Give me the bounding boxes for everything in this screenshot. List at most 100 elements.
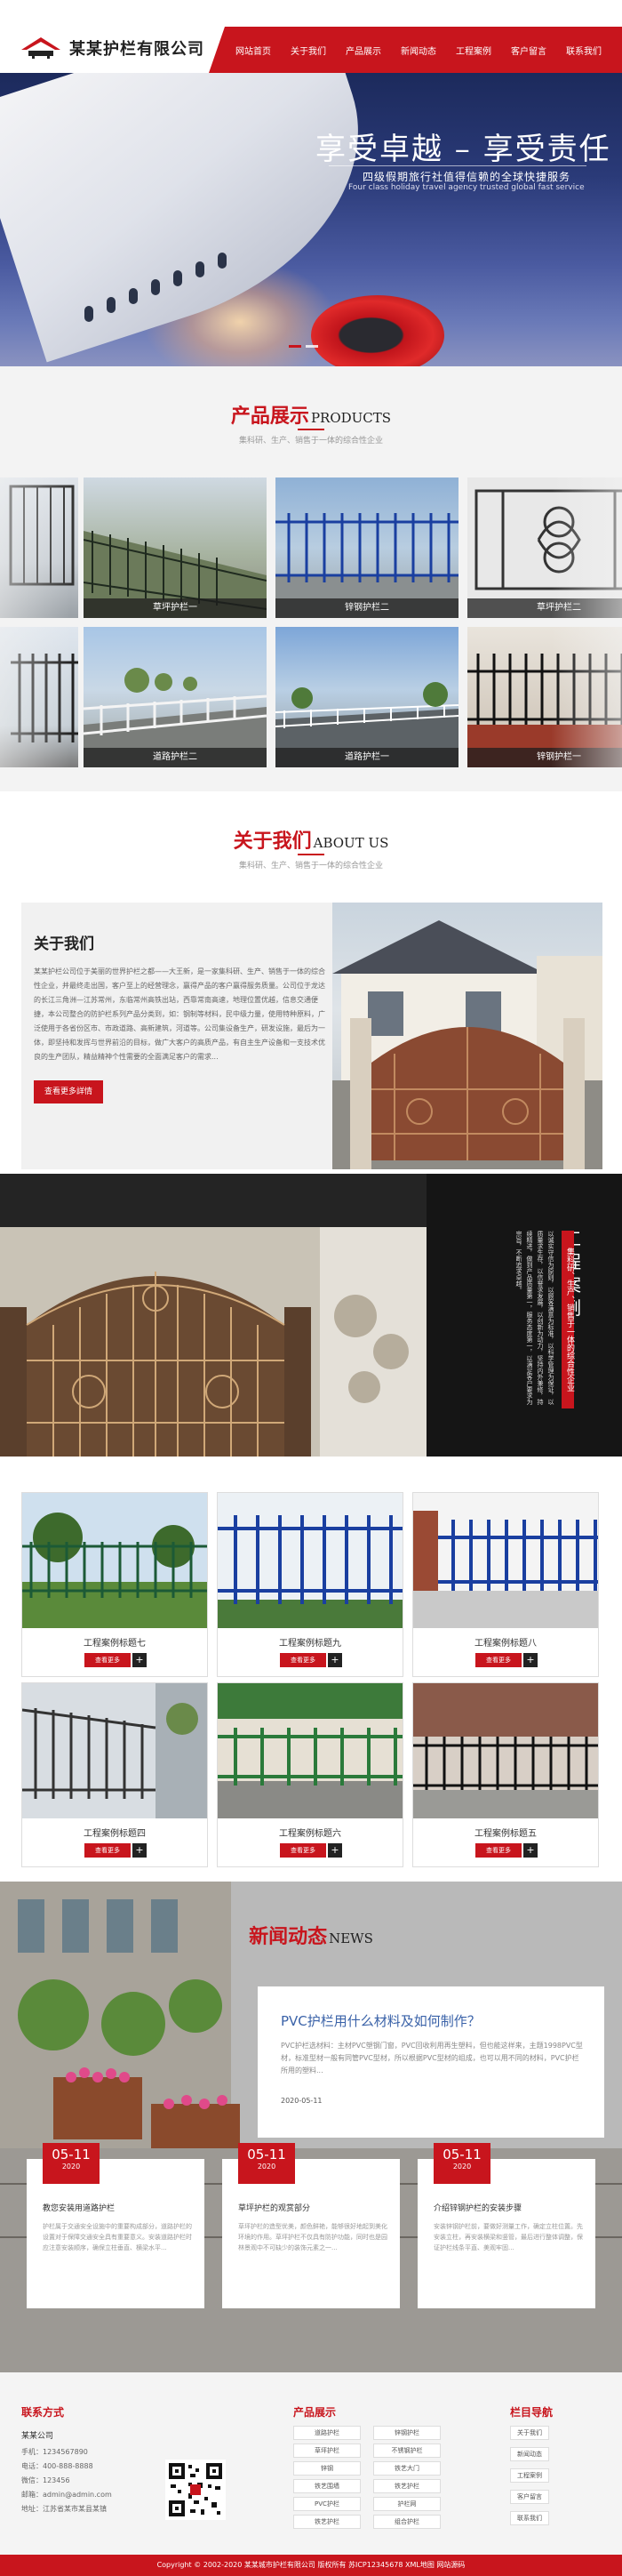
about-text: 某某护栏公司位于美丽的世界护栏之都——大王新，是一家集科研、生产、销售于一体的综… xyxy=(34,967,325,1061)
banner-divider xyxy=(329,165,586,166)
case-more-button[interactable]: 查看更多 xyxy=(280,1653,326,1667)
case-title[interactable]: 工程案例标题六 xyxy=(218,1826,403,1839)
nav-item-home[interactable]: 网站首页 xyxy=(235,44,271,57)
case-title[interactable]: 工程案例标题七 xyxy=(22,1635,207,1649)
banner-subtitle: 四级假期旅行社值得信赖的全球快捷服务 xyxy=(363,171,571,183)
news-card-title[interactable]: 草坪护栏的观赏部分 xyxy=(238,2202,391,2213)
plane-window xyxy=(151,279,160,295)
news-card[interactable]: 05-11 2020 介绍锌钢护栏的安装步骤 安装锌钢护栏前，要做好测量工作，确定… xyxy=(418,2143,595,2308)
news-card[interactable]: 05-11 2020 教您安装用道路护栏 护栏属于交通安全设施中的重要构成部分，道… xyxy=(27,2143,204,2308)
plus-icon[interactable]: + xyxy=(132,1843,147,1858)
logo-icon[interactable] xyxy=(20,34,62,60)
product-card[interactable]: 道路护栏二 xyxy=(84,627,267,767)
case-card[interactable]: 工程案例标题八 查看更多 + xyxy=(412,1492,599,1677)
nav-item-contact[interactable]: 联系我们 xyxy=(566,44,602,57)
villa-gate-image xyxy=(332,903,602,1169)
products-section: 产品展示 PRODUCTS 集科研、生产、销售于一体的综合性企业 草坪护栏一 锌钢… xyxy=(0,366,622,791)
news-card-title[interactable]: 介绍锌钢护栏的安装步骤 xyxy=(434,2202,586,2213)
plus-icon[interactable]: + xyxy=(132,1653,147,1667)
product-caption[interactable]: 草坪护栏一 xyxy=(84,598,267,618)
footer-product-link[interactable]: 铁艺大门 xyxy=(373,2461,441,2476)
logo-text[interactable]: 某某护栏有限公司 xyxy=(69,36,204,60)
footer-product-link[interactable]: 铁艺护栏 xyxy=(373,2479,441,2493)
case-more-button[interactable]: 查看更多 xyxy=(280,1843,326,1858)
plus-icon[interactable]: + xyxy=(523,1843,538,1858)
case-title[interactable]: 工程案例标题九 xyxy=(218,1635,403,1649)
footer-product-link[interactable]: PVC护栏 xyxy=(293,2497,361,2511)
plus-icon[interactable]: + xyxy=(328,1843,342,1858)
about-subtitle: 集科研、生产、销售于一体的综合性企业 xyxy=(238,862,383,871)
footer-nav-link[interactable]: 客户留言 xyxy=(510,2490,549,2504)
product-caption[interactable]: 锌钢护栏二 xyxy=(275,598,459,618)
news-date-badge: 05-11 2020 xyxy=(434,2143,490,2184)
nav-item-about[interactable]: 关于我们 xyxy=(291,44,326,57)
case-card[interactable]: 工程案例标题六 查看更多 + xyxy=(217,1682,403,1867)
footer-product-link[interactable]: 铁艺护栏 xyxy=(293,2515,361,2529)
products-heading: 产品展示 PRODUCTS xyxy=(0,400,622,429)
case-card[interactable]: 工程案例标题四 查看更多 + xyxy=(21,1682,208,1867)
nav-item-guestbook[interactable]: 客户留言 xyxy=(511,44,546,57)
plus-icon[interactable]: + xyxy=(523,1653,538,1667)
news-year: 2020 xyxy=(61,2163,81,2171)
nav-item-news[interactable]: 新闻动态 xyxy=(401,44,436,57)
carousel-fade-left xyxy=(0,366,71,791)
footer-nav-link[interactable]: 新闻动态 xyxy=(510,2447,549,2461)
case-title[interactable]: 工程案例标题八 xyxy=(413,1635,598,1649)
news-card[interactable]: 05-11 2020 草坪护栏的观赏部分 草坪护栏的造型优美，颜色鲜艳，能够很好地… xyxy=(222,2143,400,2308)
about-more-button[interactable]: 查看更多詳情 xyxy=(34,1080,103,1103)
slider-dot[interactable] xyxy=(306,345,318,348)
news-day: 05-11 xyxy=(247,2147,286,2163)
footer-product-link[interactable]: 锌钢护栏 xyxy=(373,2426,441,2440)
products-subtitle: 集科研、生产、销售于一体的综合性企业 xyxy=(238,437,383,445)
about-box-heading: 关于我们 xyxy=(34,935,94,953)
case-title[interactable]: 工程案例标题五 xyxy=(413,1826,598,1839)
plane-window xyxy=(195,261,204,277)
case-more-button[interactable]: 查看更多 xyxy=(84,1653,131,1667)
footer-contact-line: 微信：123456 xyxy=(21,2476,70,2484)
footer-company: 某某公司 xyxy=(21,2432,54,2441)
case-card[interactable]: 工程案例标题九 查看更多 + xyxy=(217,1492,403,1677)
case-more-button[interactable]: 查看更多 xyxy=(475,1653,522,1667)
product-caption[interactable]: 道路护栏一 xyxy=(275,748,459,767)
footer-product-link[interactable]: 草坪护栏 xyxy=(293,2444,361,2458)
featured-news-title[interactable]: PVC护栏用什么材料及如何制作？ xyxy=(281,2011,481,2030)
plus-icon[interactable]: + xyxy=(328,1653,342,1667)
case-more-button[interactable]: 查看更多 xyxy=(475,1843,522,1858)
fence-image xyxy=(84,531,267,618)
product-caption[interactable]: 道路护栏二 xyxy=(84,748,267,767)
footer-product-link[interactable]: 组合护栏 xyxy=(373,2515,441,2529)
case-card[interactable]: 工程案例标题五 查看更多 + xyxy=(412,1682,599,1867)
banner-subtitle-en: Four class holiday travel agency trusted… xyxy=(348,183,585,192)
case-image xyxy=(218,1493,403,1628)
product-card[interactable]: 锌钢护栏二 xyxy=(275,477,459,618)
featured-news-date: 2020-05-11 xyxy=(281,2097,323,2105)
slider-dots xyxy=(289,345,318,348)
news-card-excerpt: 安装锌钢护栏前，要做好测量工作，确定立柱位置。先安装立柱，再安装横梁和竖管，最后… xyxy=(434,2223,583,2251)
footer-product-link[interactable]: 锌钢 xyxy=(293,2461,361,2476)
main-nav: 网站首页 关于我们 产品展示 新闻动态 工程案例 客户留言 联系我们 xyxy=(209,27,622,73)
product-card[interactable]: 道路护栏一 xyxy=(275,627,459,767)
news-card-title[interactable]: 教您安装用道路护栏 xyxy=(43,2202,195,2213)
nav-item-products[interactable]: 产品展示 xyxy=(346,44,381,57)
case-title[interactable]: 工程案例标题四 xyxy=(22,1826,207,1839)
footer-product-link[interactable]: 道路护栏 xyxy=(293,2426,361,2440)
slider-dot[interactable] xyxy=(289,345,301,348)
news-title-en: NEWS xyxy=(329,1930,373,1946)
product-card[interactable]: 草坪护栏一 xyxy=(84,477,267,618)
case-image xyxy=(22,1493,207,1628)
news-card-excerpt: 草坪护栏的造型优美，颜色鲜艳，能够很好地起到美化环境的作用。草坪护栏不仅具有防护… xyxy=(238,2223,387,2251)
footer-product-link[interactable]: 不锈钢护栏 xyxy=(373,2444,441,2458)
featured-news[interactable]: PVC护栏用什么材料及如何制作？ PVC护栏选材料：主材PVC塑钢门窗，PVC回… xyxy=(258,1986,604,2138)
footer-nav-link[interactable]: 关于我们 xyxy=(510,2426,549,2440)
nav-item-cases[interactable]: 工程案例 xyxy=(456,44,491,57)
copyright-bar: Copyright © 2002-2020 某某城市护栏有限公司 版权所有 苏I… xyxy=(0,2555,622,2576)
case-more-button[interactable]: 查看更多 xyxy=(84,1843,131,1858)
footer-product-link[interactable]: 铁艺围墙 xyxy=(293,2479,361,2493)
footer-nav-link[interactable]: 联系我们 xyxy=(510,2511,549,2525)
plane-engine xyxy=(311,295,444,366)
footer-product-link[interactable]: 护栏网 xyxy=(373,2497,441,2511)
footer-contact-line: 地址：江苏省某市某县某镇 xyxy=(21,2505,107,2513)
footer-nav-link[interactable]: 工程案例 xyxy=(510,2468,549,2483)
products-title-cn: 产品展示 xyxy=(230,405,309,428)
case-card[interactable]: 工程案例标题七 查看更多 + xyxy=(21,1492,208,1677)
